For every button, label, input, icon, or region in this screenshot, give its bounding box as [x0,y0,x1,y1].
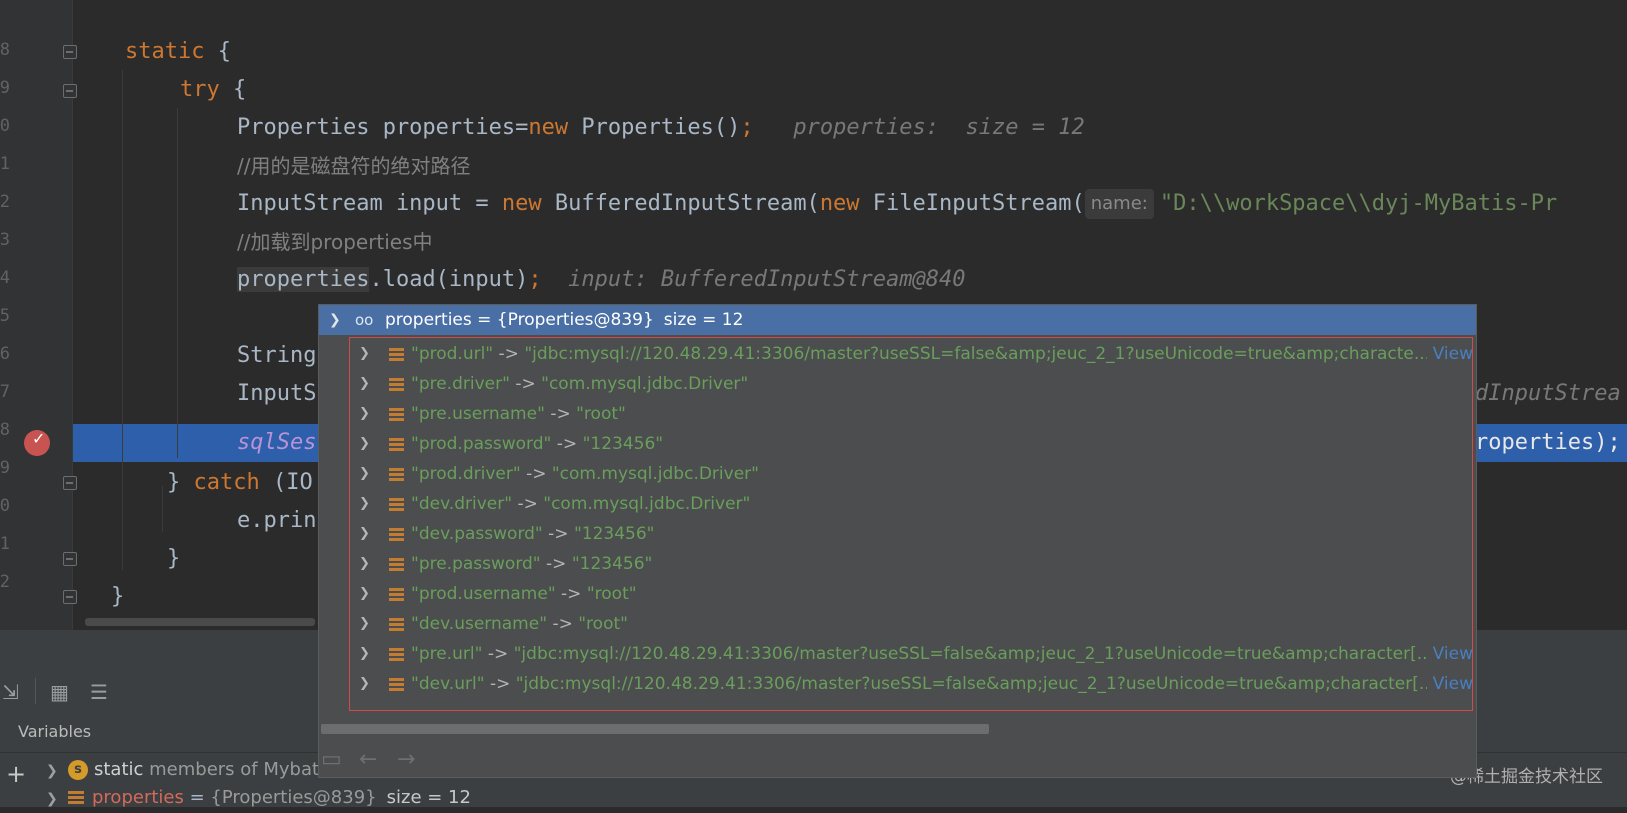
line-number: 9 [0,458,10,478]
parameter-name-hint: name: [1084,189,1154,219]
evaluate-table-icon[interactable]: ▦ [50,680,69,704]
line-number: 0 [0,116,10,136]
collapse-chevron-icon[interactable]: ❯ [329,305,341,335]
line-number: 9 [0,78,10,98]
trace-settings-icon[interactable]: ☰ [90,680,108,704]
code-line[interactable]: try { [180,71,246,109]
code-line[interactable]: } catch (IO [167,464,313,502]
code-comment: //加载到properties中 [237,230,433,254]
back-arrow-icon[interactable]: ← [359,747,377,772]
fold-marker-icon[interactable] [63,45,77,59]
code-line[interactable]: properties.load(input); input: BufferedI… [237,261,966,299]
code-text: { [219,77,247,102]
code-text: Properties() [568,115,741,140]
fold-marker-icon[interactable] [63,476,77,490]
code-keyword: new [501,191,542,216]
code-line[interactable]: } [111,578,124,616]
variable-size: size = 12 [386,787,471,808]
code-text: Properties properties= [237,115,529,140]
code-text: } [167,470,194,495]
code-line-tail: dInputStrea [1475,381,1621,406]
code-semicolon: ; [740,115,754,140]
code-line[interactable]: String [237,337,316,375]
code-keyword: new [819,191,860,216]
code-semicolon: ; [528,267,542,292]
code-text: (IO [259,470,313,495]
code-keyword: static [125,39,205,64]
code-comment: //用的是磁盘符的绝对路径 [237,154,471,178]
variables-tab-label[interactable]: Variables [18,722,91,741]
popup-header-name: properties = {Properties@839} [385,310,654,330]
code-text: InputStream input = [237,191,502,216]
variable-row-static[interactable]: ❯ s static members of Mybat [46,756,319,784]
variable-eq: = [183,787,211,808]
toolbar-divider [35,678,36,704]
static-keyword: static [94,759,144,780]
inline-debug-value: properties: size = 12 [793,115,1085,140]
line-number: 4 [0,268,10,288]
expand-chevron-icon[interactable]: ❯ [46,785,68,813]
variable-value: {Properties@839} [210,787,377,808]
code-line[interactable]: static { [125,33,231,71]
static-badge-icon: s [68,760,88,780]
static-members-text: members of Mybat [143,759,320,780]
step-into-cursor-icon[interactable]: ⇲ [2,680,19,704]
line-number: 6 [0,344,10,364]
variable-row-properties[interactable]: ❯ properties = {Properties@839} size = 12 [46,784,471,812]
variable-inspect-popup[interactable]: ❯ oo properties = {Properties@839} size =… [318,304,1477,778]
breakpoint-icon[interactable] [24,429,50,456]
code-keyword: catch [193,470,260,495]
folder-icon[interactable]: ▭ [321,747,342,772]
line-number: 5 [0,306,10,326]
code-line[interactable]: //用的是磁盘符的绝对路径 [237,147,470,185]
line-number: 8 [0,420,10,440]
code-line[interactable]: sqlSes [237,424,316,462]
watch-glasses-icon: oo [355,311,374,329]
code-text: String [237,343,317,368]
fold-marker-icon[interactable] [63,84,77,98]
indent-guide [162,486,163,532]
code-text: BufferedInputStream( [541,191,820,216]
code-keyword: try [180,77,220,102]
line-number: 2 [0,192,10,212]
popup-header[interactable]: ❯ oo properties = {Properties@839} size =… [319,305,1476,335]
indent-guide [122,70,123,570]
line-number: 7 [0,382,10,402]
add-watch-icon[interactable]: + [6,762,26,786]
forward-arrow-icon[interactable]: → [397,747,415,772]
inline-debug-value: input: BufferedInputStream@840 [568,267,966,292]
popup-footer: ▭ ← → [319,743,1476,777]
code-text: InputS [237,381,317,406]
selection-highlight-box [349,337,1473,711]
editor-horizontal-scrollbar[interactable] [85,618,315,626]
line-number: 1 [0,154,10,174]
fold-marker-icon[interactable] [63,590,77,604]
code-line[interactable]: } [167,540,180,578]
field-icon [68,791,84,805]
code-line[interactable]: //加载到properties中 [237,223,433,261]
fold-marker-icon[interactable] [63,552,77,566]
line-number: 1 [0,534,10,554]
code-identifier-highlight: properties [237,267,370,292]
code-line-tail: roperties); [1475,430,1621,455]
indent-guide [177,108,178,458]
code-text: { [204,39,231,64]
line-number: 0 [0,496,10,516]
popup-horizontal-scrollbar[interactable] [321,724,989,734]
code-text: .load(input) [369,267,529,292]
variable-name: properties [92,787,184,808]
popup-header-size: size = 12 [663,310,744,330]
code-line[interactable]: InputS [237,375,316,413]
line-number: 2 [0,572,10,592]
line-number: 8 [0,40,10,60]
line-number: 3 [0,230,10,250]
code-string: "D:\\workSpace\\dyj-MyBatis-Pr [1159,191,1558,216]
code-text: FileInputStream( [859,191,1085,216]
code-keyword: new [528,115,569,140]
expand-chevron-icon[interactable]: ❯ [46,757,68,785]
code-line[interactable]: InputStream input = new BufferedInputStr… [237,185,1557,223]
code-line[interactable]: Properties properties=new Properties(); … [237,109,1085,147]
code-line[interactable]: e.prin [237,502,316,540]
